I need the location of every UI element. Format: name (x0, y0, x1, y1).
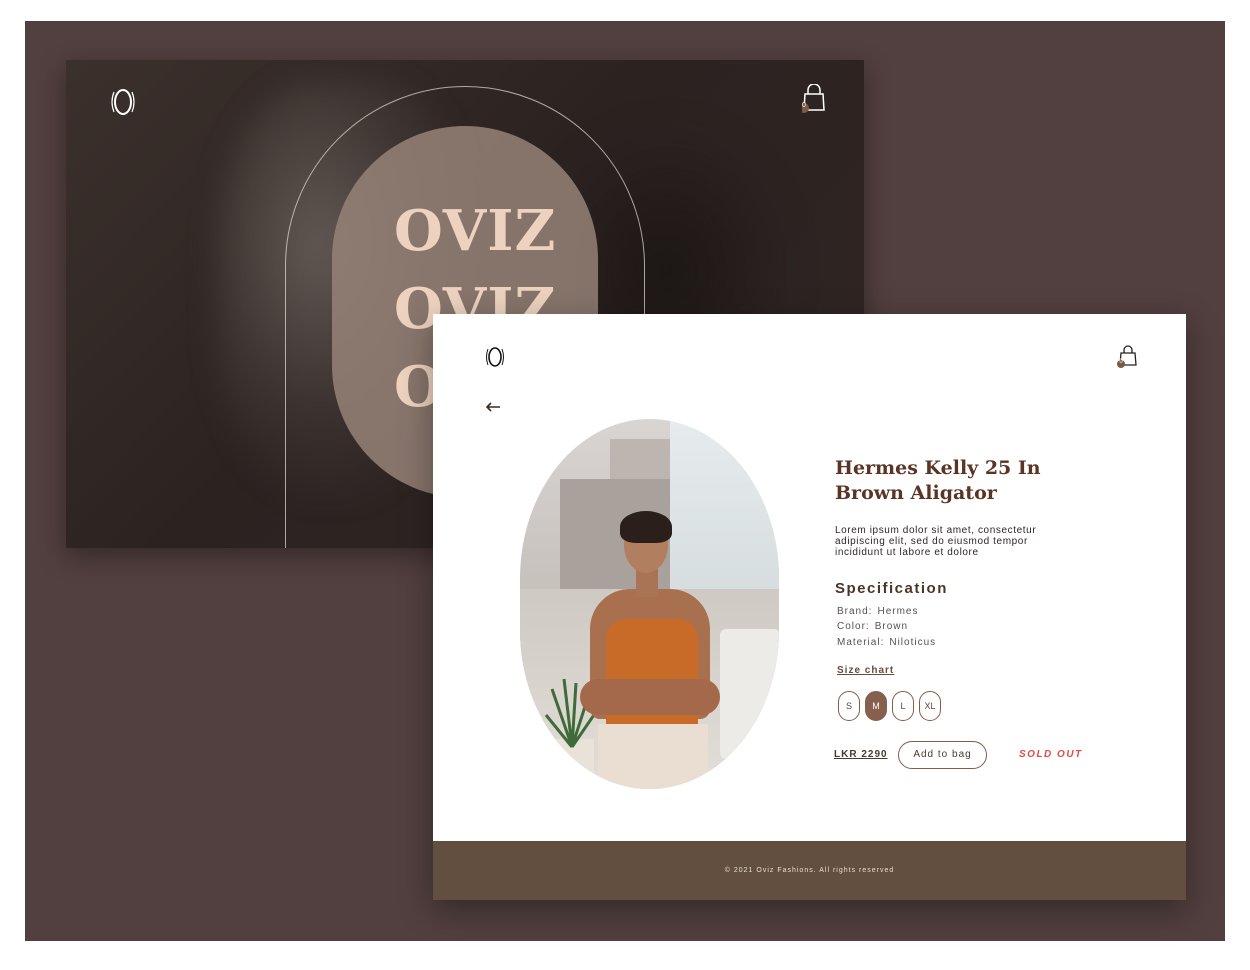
footer: © 2021 Oviz Fashions. All rights reserve… (433, 841, 1186, 900)
shopping-bag-icon (1117, 345, 1137, 368)
back-arrow-icon[interactable] (484, 400, 502, 414)
shopping-bag-icon (799, 83, 825, 113)
product-image (520, 419, 779, 789)
size-chart-link[interactable]: Size chart (837, 665, 894, 676)
size-option-s[interactable]: S (838, 691, 860, 721)
product-detail-screen: 0 Hermes Kelly 25 In Brown Aligator Lore… (433, 314, 1186, 900)
cart-button[interactable]: 0 (1117, 344, 1139, 370)
size-option-m[interactable]: M (865, 691, 887, 721)
specification-heading: Specification (835, 580, 948, 597)
product-price: LKR 2290 (834, 749, 888, 760)
size-option-l[interactable]: L (892, 691, 914, 721)
cart-count-badge: 0 (1119, 359, 1123, 365)
product-description: Lorem ipsum dolor sit amet, consectetur … (835, 525, 1037, 558)
hero-brand-word: OVIZ (394, 198, 557, 264)
add-to-bag-button[interactable]: Add to bag (898, 741, 987, 769)
logo-icon[interactable] (484, 346, 506, 368)
logo-icon[interactable] (109, 88, 137, 116)
product-title: Hermes Kelly 25 In Brown Aligator (835, 457, 1041, 504)
spec-material: Material: Niloticus (837, 637, 937, 648)
footer-copyright: © 2021 Oviz Fashions. All rights reserve… (724, 867, 895, 874)
size-option-xl[interactable]: XL (919, 691, 941, 721)
cart-count-badge: 0 (802, 102, 806, 109)
spec-color: Color: Brown (837, 621, 909, 632)
spec-brand: Brand: Hermes (837, 606, 919, 617)
sold-out-label: SOLD OUT (1019, 749, 1083, 760)
cart-button[interactable]: 0 (799, 83, 826, 114)
